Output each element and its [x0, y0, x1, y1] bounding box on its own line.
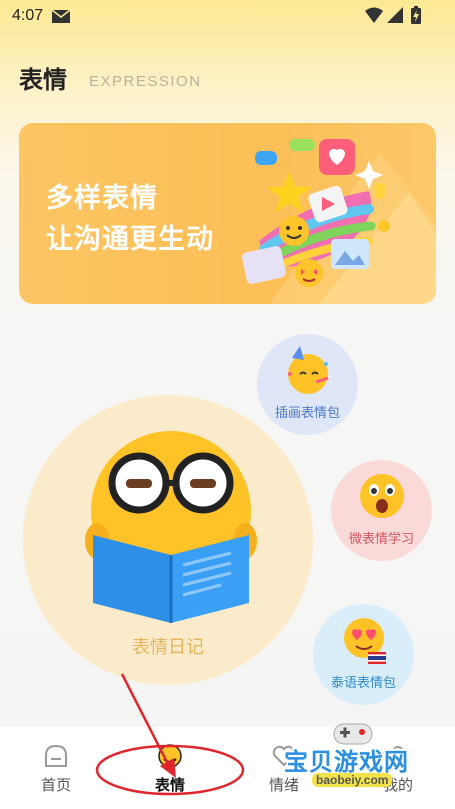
nav-label: 表情 [154, 777, 185, 794]
category-label: 插画表情包 [274, 405, 340, 420]
category-emoji-diary[interactable]: 表情日记 [23, 395, 313, 685]
wifi-icon [365, 7, 383, 23]
reading-emoji-icon [85, 431, 257, 623]
battery-charging-icon [411, 6, 421, 24]
emoji-face-icon [158, 744, 182, 768]
category-label: 表情日记 [132, 637, 204, 657]
surprised-emoji-icon [360, 474, 404, 518]
status-bar: 4:07 [0, 0, 455, 32]
category-illustration-pack[interactable]: 插画表情包 [257, 334, 358, 435]
banner-subheadline: 让沟通更生动 [46, 224, 214, 254]
status-time: 4:07 [12, 7, 44, 24]
banner-headline: 多样表情 [46, 183, 158, 213]
category-thai-pack[interactable]: 泰语表情包 [313, 604, 414, 705]
heart-eyes-emoji-icon [344, 618, 386, 664]
site-watermark: 宝贝游戏网 baobeiy.com [282, 718, 432, 806]
page-title: 表情 [19, 67, 67, 94]
nav-item-expression[interactable]: 表情 [120, 727, 220, 809]
page-subtitle: EXPRESSION [89, 73, 202, 90]
signal-icon [387, 7, 403, 23]
home-icon [45, 744, 67, 767]
category-label: 泰语表情包 [330, 675, 396, 690]
category-micro-expression[interactable]: 微表情学习 [331, 460, 432, 561]
party-emoji-icon [288, 346, 329, 394]
mail-icon [52, 10, 70, 23]
emoji-collage-illustration [242, 139, 390, 287]
category-label: 微表情学习 [348, 531, 414, 546]
promo-banner[interactable]: 多样表情 让沟通更生动 [19, 123, 436, 304]
watermark-url: baobeiy.com [312, 773, 393, 787]
watermark-title: 宝贝游戏网 [284, 749, 409, 776]
nav-item-home[interactable]: 首页 [6, 727, 106, 809]
nav-label: 首页 [40, 777, 71, 794]
